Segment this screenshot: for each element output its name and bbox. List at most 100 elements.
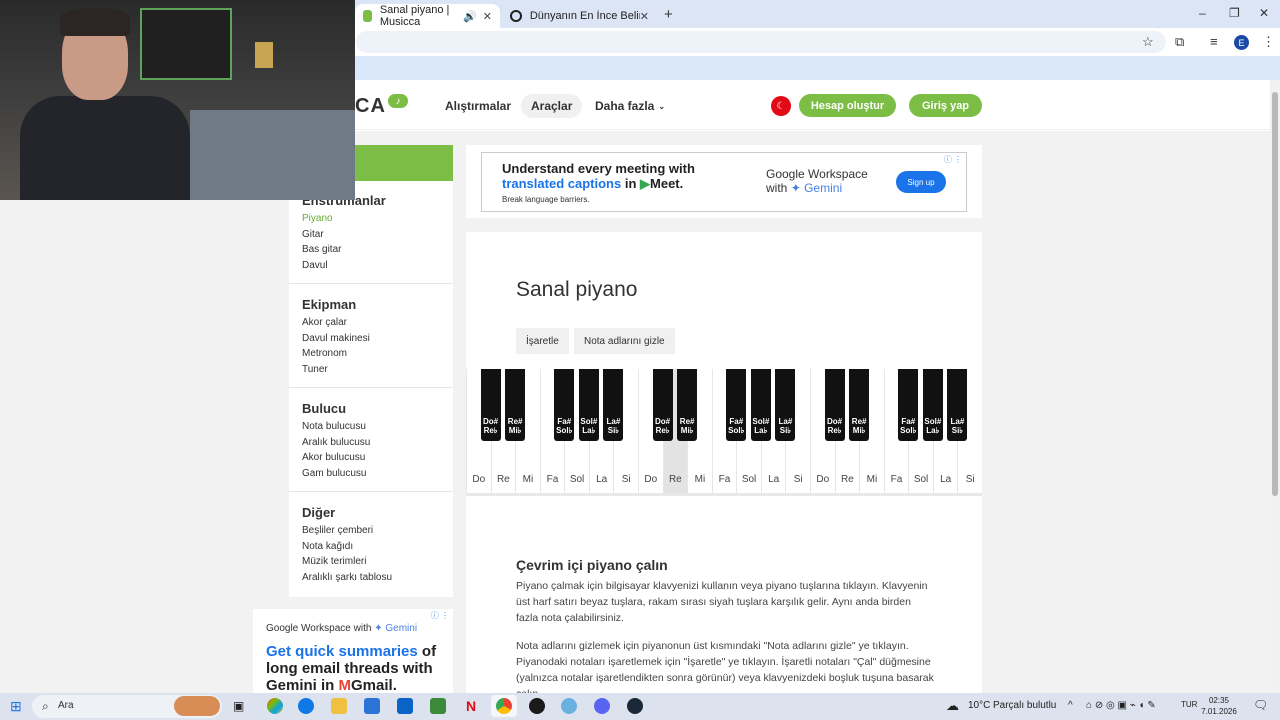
sidebar-item-tuner[interactable]: Tuner	[302, 362, 370, 378]
piano-black-key[interactable]: Do# Re♭	[824, 369, 845, 441]
sidebar-item-besliler-cemberi[interactable]: Beşliler çemberi	[302, 523, 392, 539]
paragraph-1: Piyano çalmak için bilgisayar klavyenizi…	[516, 580, 928, 624]
piano-black-key[interactable]: Sol# La♭	[922, 369, 943, 441]
close-tab-icon[interactable]: ✕	[483, 10, 492, 23]
sidebar-item-aralik-bulucusu[interactable]: Aralık bulucusu	[302, 435, 370, 451]
sidebar-item-akor-bulucusu[interactable]: Akor bulucusu	[302, 450, 370, 466]
app-icon-blue[interactable]	[561, 698, 577, 714]
ad-text: Meet.	[650, 176, 684, 191]
windows-start-icon[interactable]: ⊞	[10, 698, 22, 715]
clock[interactable]: 02:35 7.01.2026	[1196, 695, 1242, 717]
ad-text: Google Workspace with	[266, 623, 372, 634]
store-icon[interactable]	[364, 698, 380, 714]
notifications-icon[interactable]: 🗨	[1253, 698, 1268, 712]
chevron-up-icon[interactable]: ^	[1068, 700, 1073, 711]
extensions-icon[interactable]: ⧉	[1175, 34, 1184, 50]
sidebar-item-bas-gitar[interactable]: Bas gitar	[302, 242, 386, 258]
sidebar-item-nota-bulucusu[interactable]: Nota bulucusu	[302, 419, 370, 435]
piano-black-key[interactable]: Do# Re♭	[480, 369, 501, 441]
ad-signup-button[interactable]: Sign up	[896, 171, 946, 193]
media-control-icon[interactable]: ≡	[1210, 34, 1218, 49]
login-button[interactable]: Giriş yap	[909, 94, 982, 117]
copilot-icon[interactable]	[267, 698, 283, 714]
white-key-label: Mi	[694, 474, 706, 485]
weather-temp: 10°C	[968, 700, 991, 711]
sidebar-group-enstrumanlar: Enstrumanlar Piyano Gitar Bas gitar Davu…	[302, 193, 386, 273]
chrome-active-highlight[interactable]	[491, 695, 517, 717]
address-field[interactable]	[356, 31, 1166, 53]
restore-button[interactable]: ❐	[1229, 6, 1240, 20]
hide-note-names-button[interactable]: Nota adlarını gizle	[574, 328, 675, 354]
piano-black-key[interactable]: La# Si♭	[947, 369, 968, 441]
edge-icon[interactable]	[298, 698, 314, 714]
piano-black-key[interactable]: La# Si♭	[603, 369, 624, 441]
turkish-flag-icon[interactable]: ☾	[771, 96, 791, 116]
piano-black-key[interactable]: Sol# La♭	[750, 369, 771, 441]
taskbar-search[interactable]: ⌕ Ara	[32, 695, 222, 718]
black-key-label: Re# Mi♭	[505, 417, 525, 435]
mark-button[interactable]: İşaretle	[516, 328, 569, 354]
black-key-sharp: Sol#	[752, 417, 770, 426]
black-key-label: Sol# La♭	[579, 417, 599, 435]
piano-black-key[interactable]: Fa# Sol♭	[726, 369, 747, 441]
xbox-icon[interactable]	[430, 698, 446, 714]
weather-icon[interactable]: ☁	[946, 698, 959, 714]
piano-black-key[interactable]: Re# Mi♭	[849, 369, 870, 441]
piano-black-key[interactable]: La# Si♭	[775, 369, 796, 441]
sidebar-item-davul[interactable]: Davul	[302, 258, 386, 274]
browser-menu-icon[interactable]: ⋮	[1262, 34, 1275, 50]
black-key-sharp: Sol#	[580, 417, 598, 426]
close-window-button[interactable]: ✕	[1259, 6, 1269, 20]
scrollbar-thumb[interactable]	[1272, 92, 1278, 496]
black-key-label: La# Si♭	[775, 417, 795, 435]
task-view-icon[interactable]: ▣	[233, 699, 244, 713]
audio-playing-icon[interactable]: 🔊	[463, 10, 477, 23]
black-key-label: Do# Re♭	[825, 417, 845, 435]
sidebar-item-nota-kagidi[interactable]: Nota kağıdı	[302, 539, 392, 555]
nav-label: Daha fazla	[595, 99, 655, 113]
language-indicator[interactable]: TUR	[1181, 700, 1197, 709]
discord-icon[interactable]	[594, 698, 610, 714]
steam-icon[interactable]	[627, 698, 643, 714]
bed	[190, 110, 355, 200]
piano-black-key[interactable]: Do# Re♭	[652, 369, 673, 441]
sidebar-item-gam-bulucusu[interactable]: Gam bulucusu	[302, 466, 370, 482]
nav-daha-fazla[interactable]: Daha fazla ⌄	[585, 94, 675, 118]
outlook-icon[interactable]	[397, 698, 413, 714]
tray-icons[interactable]: ⌂ ⊘ ◎ ▣ ⌁ ◖ ✎	[1086, 700, 1156, 711]
ad-info-icon[interactable]: ⓘ ⋮	[431, 610, 449, 621]
sidebar-item-metronom[interactable]: Metronom	[302, 346, 370, 362]
ad-info-icon[interactable]: ⓘ ⋮	[944, 154, 962, 165]
ad-banner-left[interactable]: ⓘ ⋮ Google Workspace with ✦ Gemini Get q…	[253, 609, 453, 699]
profile-avatar[interactable]: E	[1234, 35, 1249, 50]
nav-alistirmalar[interactable]: Alıştırmalar	[435, 94, 521, 118]
netflix-icon[interactable]: N	[463, 698, 479, 714]
sidebar-item-piyano[interactable]: Piyano	[302, 211, 386, 227]
close-tab-icon[interactable]: ✕	[640, 10, 649, 23]
create-account-button[interactable]: Hesap oluştur	[799, 94, 896, 117]
white-key-label: Si	[621, 474, 631, 485]
piano-black-key[interactable]: Fa# Sol♭	[554, 369, 575, 441]
sidebar-item-aralikli-sarki-tablosu[interactable]: Aralıklı şarkı tablosu	[302, 570, 392, 586]
app-icon-dark[interactable]	[529, 698, 545, 714]
nav-araclar[interactable]: Araçlar	[521, 94, 583, 118]
black-key-flat: Mi♭	[852, 426, 866, 435]
ad-frame[interactable]: Understand every meeting with translated…	[481, 152, 967, 212]
sidebar-item-muzik-terimleri[interactable]: Müzik terimleri	[302, 554, 392, 570]
tab-musicca[interactable]: Sanal piyano | Musicca 🔊 ✕	[355, 4, 500, 28]
sidebar-item-gitar[interactable]: Gitar	[302, 227, 386, 243]
piano-black-key[interactable]: Re# Mi♭	[505, 369, 526, 441]
new-tab-button[interactable]: +	[664, 6, 673, 23]
minimize-button[interactable]: –	[1199, 6, 1206, 20]
piano-black-key[interactable]: Re# Mi♭	[677, 369, 698, 441]
sidebar-item-davul-makinesi[interactable]: Davul makinesi	[302, 331, 370, 347]
ad-sub: Break language barriers.	[502, 195, 590, 204]
site-logo[interactable]: CA	[355, 95, 386, 118]
piano-black-key[interactable]: Sol# La♭	[578, 369, 599, 441]
bookmark-star-icon[interactable]: ☆	[1142, 34, 1154, 50]
piano-black-key[interactable]: Fa# Sol♭	[898, 369, 919, 441]
file-explorer-icon[interactable]	[331, 698, 347, 714]
white-key-label: Do	[816, 474, 830, 485]
sidebar-item-akor-calar[interactable]: Akor çalar	[302, 315, 370, 331]
tab-video[interactable]: Dünyanın En İnce Beline Sahip ✕	[502, 4, 657, 28]
